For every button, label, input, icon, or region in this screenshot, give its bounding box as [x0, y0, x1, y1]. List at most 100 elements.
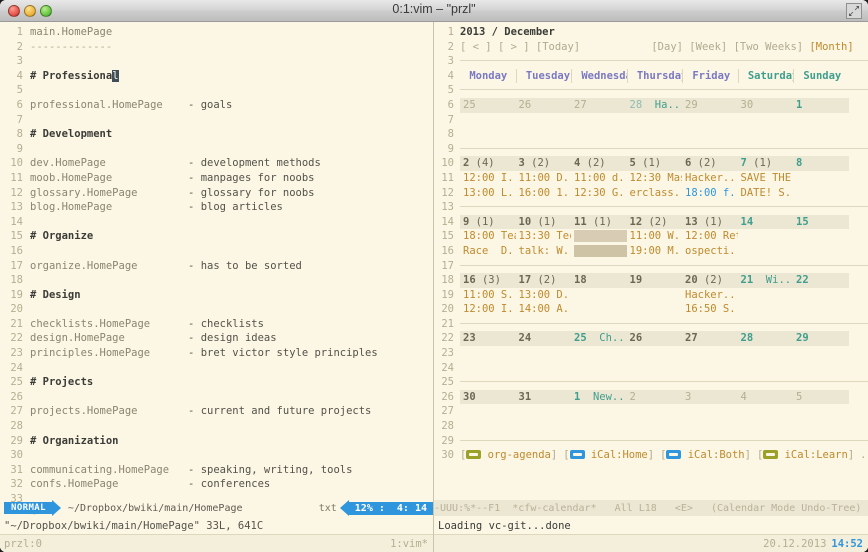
calendar-day-cell[interactable]: 28: [737, 331, 793, 347]
calendar-event-cell[interactable]: Hacker...: [682, 171, 738, 186]
calendar-event-cell[interactable]: [516, 346, 572, 361]
calendar-day-cell[interactable]: 1 New...: [571, 389, 627, 405]
calendar-event-text[interactable]: 12:30 Mast: [630, 172, 683, 184]
calendar-event-text[interactable]: 12:30 G...: [574, 187, 627, 199]
calendar-event-text[interactable]: 11:00 S...: [463, 289, 516, 301]
calendar-event-cell[interactable]: [627, 361, 683, 376]
calendar-event-cell[interactable]: [627, 346, 683, 361]
calendar-event-cell[interactable]: [738, 404, 794, 419]
calendar-event-cell[interactable]: [682, 113, 738, 128]
calendar-event-cell[interactable]: DATE! S...: [738, 186, 794, 201]
calendar-event-cell[interactable]: ospecti...: [682, 244, 738, 259]
calendar-day-cell[interactable]: 3 (2): [515, 156, 571, 171]
calendar-day-cell[interactable]: 16 (3): [460, 273, 516, 288]
calendar-event-cell[interactable]: talk: W...: [516, 244, 572, 259]
calendar-event-text[interactable]: 11:00 D...: [519, 172, 572, 184]
calendar-day-cell[interactable]: 30: [737, 97, 793, 113]
calendar-day-cell[interactable]: 13 (1): [682, 214, 738, 230]
calendar-event-cell[interactable]: [738, 288, 794, 303]
calendar-event-cell[interactable]: [627, 127, 683, 142]
calendar-event-text[interactable]: [574, 244, 627, 257]
calendar-event-text[interactable]: SAVE THE: [741, 172, 792, 184]
calendar-event-cell[interactable]: [460, 127, 516, 142]
calendar-event-cell[interactable]: [460, 346, 516, 361]
calendar-day-cell[interactable]: 4: [737, 389, 793, 405]
calendar-event-cell[interactable]: Hacker...: [682, 288, 738, 303]
calendar-event-text[interactable]: 16:00 1...: [519, 187, 572, 199]
calendar-event-cell[interactable]: [516, 361, 572, 376]
calendar-event-cell[interactable]: [793, 361, 849, 376]
calendar-day-cell[interactable]: 2 (4): [460, 156, 516, 171]
calendar-event-cell[interactable]: [627, 288, 683, 303]
calendar-event-cell[interactable]: [627, 113, 683, 128]
calendar-event-cell[interactable]: [793, 127, 849, 142]
calendar-day-cell[interactable]: 1: [793, 97, 849, 113]
calendar-event-text[interactable]: ospecti...: [685, 245, 738, 257]
calendar-day-cell[interactable]: 8: [793, 156, 849, 171]
calendar-event-cell[interactable]: [682, 404, 738, 419]
calendar-event-cell[interactable]: [682, 419, 738, 434]
calendar-day-cell[interactable]: 17 (2): [515, 273, 571, 288]
calendar-event-cell[interactable]: [571, 419, 627, 434]
calendar-day-cell[interactable]: 27: [682, 331, 738, 347]
calendar-event-cell[interactable]: 13:30 Tech: [516, 229, 572, 244]
calendar-event-cell[interactable]: [793, 244, 849, 259]
calendar-day-cell[interactable]: 21 Wi...: [737, 273, 793, 288]
calendar-event-cell[interactable]: [793, 113, 849, 128]
calendar-day-cell[interactable]: 12 (2): [626, 214, 682, 230]
calendar-day-cell[interactable]: 7 (1): [737, 156, 793, 171]
calendar-event-cell[interactable]: 16:50 S...: [682, 302, 738, 317]
calendar-event-cell[interactable]: [627, 404, 683, 419]
calendar-event-cell[interactable]: [793, 404, 849, 419]
calendar-day-cell[interactable]: 28 Ha...: [626, 97, 682, 113]
calendar-event-cell[interactable]: [516, 404, 572, 419]
calendar-event-cell[interactable]: 12:00 I...: [460, 171, 516, 186]
calendar-day-cell[interactable]: 31: [515, 389, 571, 405]
calendar-day-cell[interactable]: 4 (2): [571, 156, 627, 171]
calendar-event-text[interactable]: Hacker...: [685, 289, 738, 301]
calendar-event-cell[interactable]: 12:00 Retr: [682, 229, 738, 244]
calendar-day-cell[interactable]: 18: [571, 273, 627, 288]
calendar-event-cell[interactable]: [571, 244, 627, 259]
calendar-day-cell[interactable]: 14: [737, 214, 793, 230]
calendar-event-text[interactable]: 13:00 D...: [519, 289, 572, 301]
calendar-event-text[interactable]: 12:00 I...: [463, 172, 516, 184]
calendar-event-cell[interactable]: [460, 361, 516, 376]
emacs-calendar-pane[interactable]: 1 2013 / December 2 [ < ] [ > ] [Today] [Da…: [434, 22, 868, 552]
calendar-day-cell[interactable]: 10 (1): [515, 214, 571, 230]
calendar-event-cell[interactable]: 13:00 L...: [460, 186, 516, 201]
calendar-event-cell[interactable]: [738, 361, 794, 376]
calendar-event-cell[interactable]: [571, 302, 627, 317]
calendar-event-text[interactable]: 13:30 Tech: [519, 230, 572, 242]
calendar-event-cell[interactable]: [627, 302, 683, 317]
calendar-day-cell[interactable]: 23: [460, 331, 516, 347]
calendar-day-cell[interactable]: 5: [793, 389, 849, 405]
calendar-event-cell[interactable]: SAVE THE: [738, 171, 794, 186]
calendar-event-cell[interactable]: 11:00 W...: [627, 229, 683, 244]
calendar-event-cell[interactable]: 11:00 d...: [571, 171, 627, 186]
calendar-event-cell[interactable]: [516, 419, 572, 434]
calfw-calendar-buffer[interactable]: 1 2013 / December 2 [ < ] [ > ] [Today] [Da…: [434, 22, 868, 500]
calendar-event-text[interactable]: 14:00 A...: [519, 303, 572, 315]
calendar-event-cell[interactable]: [738, 244, 794, 259]
calendar-event-cell[interactable]: [682, 346, 738, 361]
calendar-day-cell[interactable]: 9 (1): [460, 214, 516, 230]
calendar-day-cell[interactable]: 6 (2): [682, 156, 738, 171]
tmux-window-name[interactable]: 1:vim*: [390, 538, 428, 550]
calendar-day-cell[interactable]: 25: [460, 97, 516, 113]
calendar-event-cell[interactable]: [738, 346, 794, 361]
calendar-day-cell[interactable]: 11 (1): [571, 214, 627, 230]
calendar-event-cell[interactable]: [793, 346, 849, 361]
vim-pane[interactable]: 1 main.HomePage 2 ------------- 3 4 # Professi…: [0, 22, 434, 552]
calendar-event-cell[interactable]: [571, 288, 627, 303]
calendar-event-cell[interactable]: [627, 419, 683, 434]
calendar-event-cell[interactable]: 11:00 S...: [460, 288, 516, 303]
calendar-day-cell[interactable]: 26: [626, 331, 682, 347]
vim-text-buffer[interactable]: 1 main.HomePage 2 ------------- 3 4 # Professi…: [0, 22, 433, 520]
calendar-event-cell[interactable]: [793, 419, 849, 434]
calendar-view-two-weeks[interactable]: [Two Weeks]: [734, 41, 810, 53]
calendar-event-text[interactable]: 11:00 d...: [574, 172, 627, 184]
calendar-day-cell[interactable]: 25 Ch...: [571, 331, 627, 347]
calendar-event-text[interactable]: 19:00 M...: [630, 245, 683, 257]
calendar-event-cell[interactable]: [738, 419, 794, 434]
